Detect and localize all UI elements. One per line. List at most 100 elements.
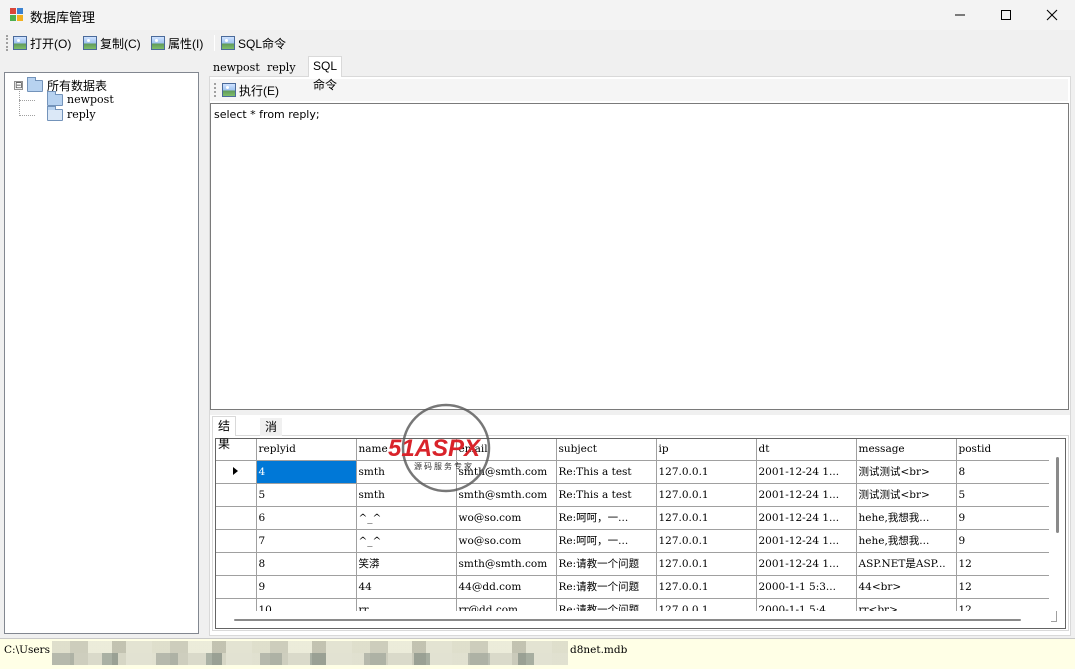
cell-ip[interactable]: 127.0.0.1 bbox=[656, 552, 757, 576]
cell-ip[interactable]: 127.0.0.1 bbox=[656, 483, 757, 507]
scroll-thumb[interactable] bbox=[234, 619, 1021, 621]
cell-dt[interactable]: 2001-12-24 1... bbox=[756, 483, 857, 507]
cell-ip[interactable]: 127.0.0.1 bbox=[656, 506, 757, 530]
table-row[interactable]: 5 smth smth@smth.com Re:This a test 127.0.0.… bbox=[216, 483, 1057, 507]
cell-message[interactable]: 测试测试<br> bbox=[856, 460, 957, 484]
results-table: replyid name email subject ip dt message postid… bbox=[216, 439, 1057, 622]
cell-ip[interactable]: 127.0.0.1 bbox=[656, 575, 757, 599]
tree-node-newpost[interactable]: newpost bbox=[47, 90, 114, 106]
cell-name[interactable]: 44 bbox=[356, 575, 457, 599]
tab-sql-command[interactable]: SQL命令 bbox=[308, 56, 343, 92]
row-header[interactable] bbox=[216, 552, 257, 576]
vertical-splitter[interactable] bbox=[200, 56, 208, 638]
tab-reply[interactable]: reply bbox=[263, 59, 300, 76]
cell-postid[interactable]: 8 bbox=[956, 460, 1057, 484]
close-button[interactable] bbox=[1029, 0, 1075, 30]
row-header[interactable] bbox=[216, 483, 257, 507]
vertical-scrollbar[interactable] bbox=[1049, 439, 1065, 611]
cell-postid[interactable]: 9 bbox=[956, 529, 1057, 553]
tab-newpost[interactable]: newpost bbox=[209, 59, 264, 76]
cell-message[interactable]: 44<br> bbox=[856, 575, 957, 599]
cell-subject[interactable]: Re:呵呵，一... bbox=[556, 506, 657, 530]
cell-name[interactable]: smth bbox=[356, 460, 457, 484]
cell-ip[interactable]: 127.0.0.1 bbox=[656, 460, 757, 484]
cell-email[interactable]: 44@dd.com bbox=[456, 575, 557, 599]
column-header-message[interactable]: message bbox=[856, 439, 957, 461]
cell-replyid[interactable]: 8 bbox=[256, 552, 357, 576]
cell-message[interactable]: 测试测试<br> bbox=[856, 483, 957, 507]
cell-message[interactable]: hehe,我想我... bbox=[856, 506, 957, 530]
cell-subject[interactable]: Re:呵呵，一... bbox=[556, 529, 657, 553]
cell-dt[interactable]: 2000-1-1 5:3... bbox=[756, 575, 857, 599]
cell-ip[interactable]: 127.0.0.1 bbox=[656, 529, 757, 553]
cell-postid[interactable]: 5 bbox=[956, 483, 1057, 507]
cell-postid[interactable]: 12 bbox=[956, 575, 1057, 599]
sql-editor[interactable]: select * from reply; bbox=[210, 103, 1069, 410]
cell-replyid[interactable]: 7 bbox=[256, 529, 357, 553]
row-header[interactable] bbox=[216, 575, 257, 599]
cell-email[interactable]: smth@smth.com bbox=[456, 460, 557, 484]
cell-dt[interactable]: 2001-12-24 1... bbox=[756, 506, 857, 530]
column-header-email[interactable]: email bbox=[456, 439, 557, 461]
tree-node-root[interactable]: ⊟ 所有数据表 bbox=[14, 76, 108, 94]
execute-button[interactable]: 执行(E) bbox=[222, 81, 279, 99]
collapse-icon[interactable]: ⊟ bbox=[14, 81, 23, 90]
table-tree[interactable]: ⊟ 所有数据表 newpost reply bbox=[4, 72, 199, 634]
maximize-button[interactable] bbox=[983, 0, 1029, 30]
tab-messages[interactable]: 消息 bbox=[260, 418, 283, 452]
properties-button[interactable]: 属性(I) bbox=[151, 34, 203, 52]
tree-root-label: 所有数据表 bbox=[47, 79, 108, 93]
cell-email[interactable]: wo@so.com bbox=[456, 506, 557, 530]
status-path-suffix: d8net.mdb bbox=[570, 644, 628, 656]
toolbar-grip[interactable] bbox=[214, 83, 216, 97]
cell-name[interactable]: ^_^ bbox=[356, 506, 457, 530]
results-grid[interactable]: replyid name email subject ip dt message postid… bbox=[215, 438, 1066, 629]
cell-message[interactable]: hehe,我想我... bbox=[856, 529, 957, 553]
table-row[interactable]: 4 smth smth@smth.com Re:This a test 127.0.0.… bbox=[216, 460, 1057, 484]
cell-subject[interactable]: Re:请教一个问题 bbox=[556, 575, 657, 599]
cell-email[interactable]: smth@smth.com bbox=[456, 552, 557, 576]
cell-dt[interactable]: 2001-12-24 1... bbox=[756, 529, 857, 553]
horizontal-splitter[interactable] bbox=[210, 410, 1070, 415]
row-header[interactable] bbox=[216, 506, 257, 530]
cell-replyid[interactable]: 9 bbox=[256, 575, 357, 599]
table-row[interactable]: 6 ^_^ wo@so.com Re:呵呵，一... 127.0.0.1 2001-12-… bbox=[216, 506, 1057, 530]
cell-replyid[interactable]: 6 bbox=[256, 506, 357, 530]
tab-results[interactable]: 结果 bbox=[212, 416, 237, 451]
column-header-ip[interactable]: ip bbox=[656, 439, 757, 461]
cell-subject[interactable]: Re:This a test bbox=[556, 483, 657, 507]
row-header[interactable] bbox=[216, 529, 257, 553]
cell-dt[interactable]: 2001-12-24 1... bbox=[756, 552, 857, 576]
column-header-dt[interactable]: dt bbox=[756, 439, 857, 461]
column-header-name[interactable]: name bbox=[356, 439, 457, 461]
copy-button[interactable]: 复制(C) bbox=[83, 34, 141, 52]
cell-name[interactable]: ^_^ bbox=[356, 529, 457, 553]
table-row[interactable]: 7 ^_^ wo@so.com Re:呵呵，一... 127.0.0.1 2001-12-… bbox=[216, 529, 1057, 553]
cell-subject[interactable]: Re:请教一个问题 bbox=[556, 552, 657, 576]
toolbar-separator bbox=[214, 35, 215, 51]
column-header-postid[interactable]: postid bbox=[956, 439, 1057, 461]
open-button[interactable]: 打开(O) bbox=[13, 34, 71, 52]
cell-name[interactable]: 笑漭 bbox=[356, 552, 457, 576]
scroll-thumb[interactable] bbox=[1056, 457, 1059, 533]
cell-email[interactable]: smth@smth.com bbox=[456, 483, 557, 507]
cell-message[interactable]: ASP.NET是ASP... bbox=[856, 552, 957, 576]
cell-replyid[interactable]: 5 bbox=[256, 483, 357, 507]
column-header-replyid[interactable]: replyid bbox=[256, 439, 357, 461]
column-header-subject[interactable]: subject bbox=[556, 439, 657, 461]
minimize-button[interactable] bbox=[937, 0, 983, 30]
tree-node-reply[interactable]: reply bbox=[47, 105, 96, 121]
table-row[interactable]: 8 笑漭 smth@smth.com Re:请教一个问题 127.0.0.1 2001-1… bbox=[216, 552, 1057, 576]
horizontal-scrollbar[interactable] bbox=[216, 611, 1051, 628]
table-row[interactable]: 9 44 44@dd.com Re:请教一个问题 127.0.0.1 2000-1-1 5… bbox=[216, 575, 1057, 599]
row-header[interactable] bbox=[216, 460, 257, 484]
cell-name[interactable]: smth bbox=[356, 483, 457, 507]
cell-subject[interactable]: Re:This a test bbox=[556, 460, 657, 484]
toolbar-grip[interactable] bbox=[6, 35, 8, 51]
cell-replyid[interactable]: 4 bbox=[256, 460, 357, 484]
cell-postid[interactable]: 9 bbox=[956, 506, 1057, 530]
cell-dt[interactable]: 2001-12-24 1... bbox=[756, 460, 857, 484]
cell-email[interactable]: wo@so.com bbox=[456, 529, 557, 553]
cell-postid[interactable]: 12 bbox=[956, 552, 1057, 576]
sql-command-button[interactable]: SQL命令 bbox=[221, 34, 286, 52]
